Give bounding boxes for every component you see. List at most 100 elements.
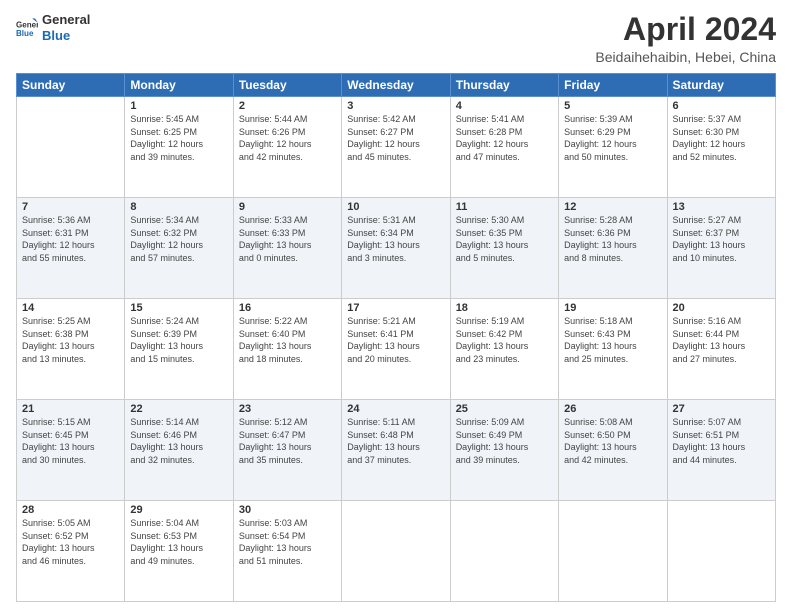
day-info: Sunrise: 5:15 AM Sunset: 6:45 PM Dayligh… bbox=[22, 416, 119, 466]
day-info: Sunrise: 5:42 AM Sunset: 6:27 PM Dayligh… bbox=[347, 113, 444, 163]
calendar-cell: 24Sunrise: 5:11 AM Sunset: 6:48 PM Dayli… bbox=[342, 400, 450, 501]
day-info: Sunrise: 5:36 AM Sunset: 6:31 PM Dayligh… bbox=[22, 214, 119, 264]
calendar-cell: 1Sunrise: 5:45 AM Sunset: 6:25 PM Daylig… bbox=[125, 97, 233, 198]
day-info: Sunrise: 5:30 AM Sunset: 6:35 PM Dayligh… bbox=[456, 214, 553, 264]
logo: General Blue General Blue bbox=[16, 12, 90, 43]
day-number: 24 bbox=[347, 403, 444, 415]
day-number: 30 bbox=[239, 504, 336, 516]
day-number: 26 bbox=[564, 403, 661, 415]
header: General Blue General Blue April 2024 Bei… bbox=[16, 12, 776, 65]
day-number: 27 bbox=[673, 403, 770, 415]
day-number: 5 bbox=[564, 100, 661, 112]
day-info: Sunrise: 5:05 AM Sunset: 6:52 PM Dayligh… bbox=[22, 517, 119, 567]
day-number: 14 bbox=[22, 302, 119, 314]
col-tuesday: Tuesday bbox=[233, 74, 341, 97]
day-info: Sunrise: 5:45 AM Sunset: 6:25 PM Dayligh… bbox=[130, 113, 227, 163]
title-block: April 2024 Beidaihehaibin, Hebei, China bbox=[595, 12, 776, 65]
day-number: 19 bbox=[564, 302, 661, 314]
calendar-cell: 25Sunrise: 5:09 AM Sunset: 6:49 PM Dayli… bbox=[450, 400, 558, 501]
day-info: Sunrise: 5:12 AM Sunset: 6:47 PM Dayligh… bbox=[239, 416, 336, 466]
day-info: Sunrise: 5:28 AM Sunset: 6:36 PM Dayligh… bbox=[564, 214, 661, 264]
calendar-cell: 16Sunrise: 5:22 AM Sunset: 6:40 PM Dayli… bbox=[233, 299, 341, 400]
calendar-cell: 7Sunrise: 5:36 AM Sunset: 6:31 PM Daylig… bbox=[17, 198, 125, 299]
day-number: 20 bbox=[673, 302, 770, 314]
day-number: 2 bbox=[239, 100, 336, 112]
day-number: 7 bbox=[22, 201, 119, 213]
calendar-cell bbox=[559, 501, 667, 602]
day-number: 29 bbox=[130, 504, 227, 516]
col-friday: Friday bbox=[559, 74, 667, 97]
calendar-cell bbox=[342, 501, 450, 602]
day-number: 1 bbox=[130, 100, 227, 112]
logo-icon: General Blue bbox=[16, 17, 38, 39]
calendar-cell: 5Sunrise: 5:39 AM Sunset: 6:29 PM Daylig… bbox=[559, 97, 667, 198]
calendar-cell: 2Sunrise: 5:44 AM Sunset: 6:26 PM Daylig… bbox=[233, 97, 341, 198]
calendar-cell: 6Sunrise: 5:37 AM Sunset: 6:30 PM Daylig… bbox=[667, 97, 775, 198]
day-info: Sunrise: 5:37 AM Sunset: 6:30 PM Dayligh… bbox=[673, 113, 770, 163]
col-monday: Monday bbox=[125, 74, 233, 97]
day-number: 23 bbox=[239, 403, 336, 415]
day-number: 18 bbox=[456, 302, 553, 314]
calendar-table: Sunday Monday Tuesday Wednesday Thursday… bbox=[16, 73, 776, 602]
calendar-cell: 20Sunrise: 5:16 AM Sunset: 6:44 PM Dayli… bbox=[667, 299, 775, 400]
day-number: 25 bbox=[456, 403, 553, 415]
day-info: Sunrise: 5:16 AM Sunset: 6:44 PM Dayligh… bbox=[673, 315, 770, 365]
day-info: Sunrise: 5:18 AM Sunset: 6:43 PM Dayligh… bbox=[564, 315, 661, 365]
day-info: Sunrise: 5:39 AM Sunset: 6:29 PM Dayligh… bbox=[564, 113, 661, 163]
day-number: 10 bbox=[347, 201, 444, 213]
col-thursday: Thursday bbox=[450, 74, 558, 97]
day-info: Sunrise: 5:31 AM Sunset: 6:34 PM Dayligh… bbox=[347, 214, 444, 264]
calendar-cell: 28Sunrise: 5:05 AM Sunset: 6:52 PM Dayli… bbox=[17, 501, 125, 602]
day-number: 4 bbox=[456, 100, 553, 112]
day-info: Sunrise: 5:41 AM Sunset: 6:28 PM Dayligh… bbox=[456, 113, 553, 163]
calendar-cell: 30Sunrise: 5:03 AM Sunset: 6:54 PM Dayli… bbox=[233, 501, 341, 602]
calendar-cell: 27Sunrise: 5:07 AM Sunset: 6:51 PM Dayli… bbox=[667, 400, 775, 501]
calendar-cell bbox=[667, 501, 775, 602]
calendar-cell: 21Sunrise: 5:15 AM Sunset: 6:45 PM Dayli… bbox=[17, 400, 125, 501]
calendar-cell: 13Sunrise: 5:27 AM Sunset: 6:37 PM Dayli… bbox=[667, 198, 775, 299]
day-number: 16 bbox=[239, 302, 336, 314]
day-info: Sunrise: 5:33 AM Sunset: 6:33 PM Dayligh… bbox=[239, 214, 336, 264]
calendar-cell: 15Sunrise: 5:24 AM Sunset: 6:39 PM Dayli… bbox=[125, 299, 233, 400]
day-info: Sunrise: 5:44 AM Sunset: 6:26 PM Dayligh… bbox=[239, 113, 336, 163]
day-info: Sunrise: 5:14 AM Sunset: 6:46 PM Dayligh… bbox=[130, 416, 227, 466]
day-info: Sunrise: 5:11 AM Sunset: 6:48 PM Dayligh… bbox=[347, 416, 444, 466]
svg-text:Blue: Blue bbox=[16, 29, 34, 38]
day-number: 28 bbox=[22, 504, 119, 516]
day-number: 6 bbox=[673, 100, 770, 112]
calendar-cell: 29Sunrise: 5:04 AM Sunset: 6:53 PM Dayli… bbox=[125, 501, 233, 602]
calendar-cell: 18Sunrise: 5:19 AM Sunset: 6:42 PM Dayli… bbox=[450, 299, 558, 400]
day-number: 11 bbox=[456, 201, 553, 213]
day-number: 22 bbox=[130, 403, 227, 415]
day-info: Sunrise: 5:08 AM Sunset: 6:50 PM Dayligh… bbox=[564, 416, 661, 466]
calendar-cell: 10Sunrise: 5:31 AM Sunset: 6:34 PM Dayli… bbox=[342, 198, 450, 299]
day-number: 13 bbox=[673, 201, 770, 213]
day-number: 3 bbox=[347, 100, 444, 112]
calendar-cell: 26Sunrise: 5:08 AM Sunset: 6:50 PM Dayli… bbox=[559, 400, 667, 501]
day-info: Sunrise: 5:27 AM Sunset: 6:37 PM Dayligh… bbox=[673, 214, 770, 264]
day-number: 17 bbox=[347, 302, 444, 314]
day-number: 15 bbox=[130, 302, 227, 314]
main-title: April 2024 bbox=[595, 12, 776, 47]
day-number: 9 bbox=[239, 201, 336, 213]
day-number: 8 bbox=[130, 201, 227, 213]
day-info: Sunrise: 5:24 AM Sunset: 6:39 PM Dayligh… bbox=[130, 315, 227, 365]
day-info: Sunrise: 5:03 AM Sunset: 6:54 PM Dayligh… bbox=[239, 517, 336, 567]
calendar-cell bbox=[450, 501, 558, 602]
day-info: Sunrise: 5:22 AM Sunset: 6:40 PM Dayligh… bbox=[239, 315, 336, 365]
calendar-cell: 23Sunrise: 5:12 AM Sunset: 6:47 PM Dayli… bbox=[233, 400, 341, 501]
day-info: Sunrise: 5:25 AM Sunset: 6:38 PM Dayligh… bbox=[22, 315, 119, 365]
day-info: Sunrise: 5:07 AM Sunset: 6:51 PM Dayligh… bbox=[673, 416, 770, 466]
page: General Blue General Blue April 2024 Bei… bbox=[0, 0, 792, 612]
day-info: Sunrise: 5:21 AM Sunset: 6:41 PM Dayligh… bbox=[347, 315, 444, 365]
day-number: 21 bbox=[22, 403, 119, 415]
calendar-header-row: Sunday Monday Tuesday Wednesday Thursday… bbox=[17, 74, 776, 97]
calendar-cell: 11Sunrise: 5:30 AM Sunset: 6:35 PM Dayli… bbox=[450, 198, 558, 299]
calendar-cell: 19Sunrise: 5:18 AM Sunset: 6:43 PM Dayli… bbox=[559, 299, 667, 400]
day-info: Sunrise: 5:04 AM Sunset: 6:53 PM Dayligh… bbox=[130, 517, 227, 567]
calendar-cell: 12Sunrise: 5:28 AM Sunset: 6:36 PM Dayli… bbox=[559, 198, 667, 299]
calendar-cell: 8Sunrise: 5:34 AM Sunset: 6:32 PM Daylig… bbox=[125, 198, 233, 299]
day-info: Sunrise: 5:34 AM Sunset: 6:32 PM Dayligh… bbox=[130, 214, 227, 264]
logo-line2: Blue bbox=[42, 28, 90, 44]
calendar-cell: 14Sunrise: 5:25 AM Sunset: 6:38 PM Dayli… bbox=[17, 299, 125, 400]
